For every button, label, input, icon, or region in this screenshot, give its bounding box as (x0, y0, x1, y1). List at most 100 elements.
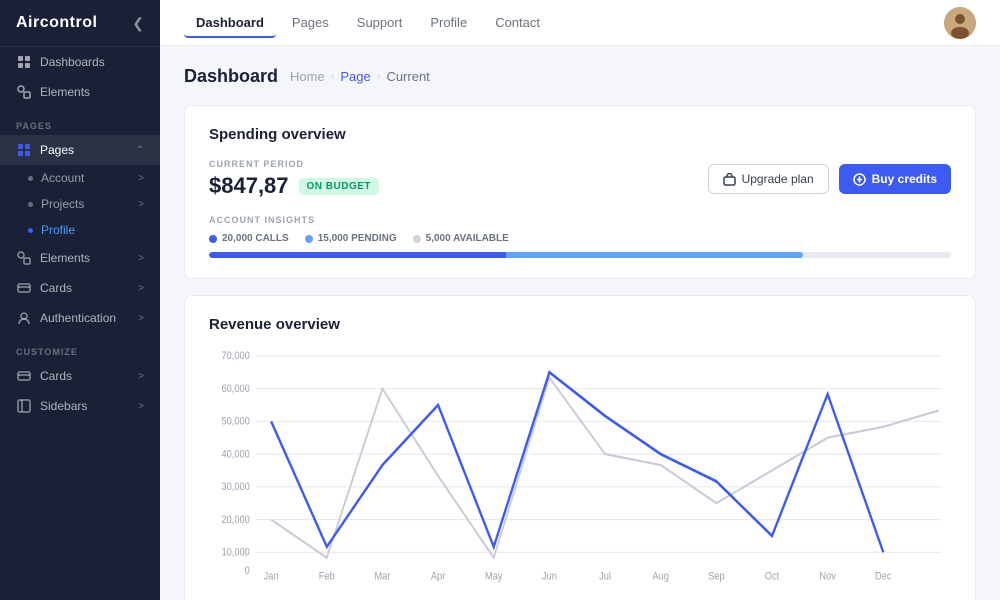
cards2-chevron-icon: > (138, 371, 144, 382)
topnav-link-support[interactable]: Support (345, 7, 415, 38)
topnav-link-pages[interactable]: Pages (280, 7, 341, 38)
topnav-link-dashboard[interactable]: Dashboard (184, 7, 276, 38)
svg-text:50,000: 50,000 (221, 416, 250, 428)
sidebar-section-customize: CUSTOMIZE Cards > Sidebars > (0, 333, 160, 421)
auth-chevron-icon: > (138, 313, 144, 324)
available-label: 5,000 AVAILABLE (426, 233, 509, 244)
breadcrumb-page[interactable]: Page (340, 69, 370, 84)
insight-calls: 20,000 CALLS (209, 233, 289, 244)
svg-text:70,000: 70,000 (221, 351, 250, 363)
sidebar-item-authentication[interactable]: Authentication > (0, 303, 160, 333)
account-chevron-icon: > (138, 173, 144, 184)
svg-text:Aug: Aug (652, 571, 668, 583)
topnav-links: Dashboard Pages Support Profile Contact (184, 7, 944, 38)
credits-icon (853, 173, 866, 186)
account-dot (28, 176, 33, 181)
insights-dots: 20,000 CALLS 15,000 PENDING 5,000 AVAILA… (209, 233, 951, 244)
revenue-overview-card: Revenue overview 70,000 60,000 50,000 40… (184, 295, 976, 600)
cards-chevron-icon: > (138, 283, 144, 294)
breadcrumb-current: Current (386, 69, 429, 84)
elements2-icon (16, 250, 32, 266)
sidebar-item-cards[interactable]: Cards > (0, 273, 160, 303)
svg-text:Jul: Jul (599, 571, 611, 583)
sidebar-item-sidebars[interactable]: Sidebars > (0, 391, 160, 421)
period-label: CURRENT PERIOD (209, 159, 379, 169)
breadcrumb: Home › Page › Current (290, 69, 430, 84)
sidebar-item-elements2-label: Elements (40, 251, 138, 265)
elements2-chevron-icon: > (138, 253, 144, 264)
topnav-link-contact[interactable]: Contact (483, 7, 552, 38)
sidebar: Aircontrol ❮ Dashboards Eleme (0, 0, 160, 600)
svg-text:Jan: Jan (264, 571, 279, 583)
upgrade-icon (723, 173, 736, 186)
svg-text:Sep: Sep (708, 571, 725, 583)
sidebar-item-cards2[interactable]: Cards > (0, 361, 160, 391)
progress-bar-fill (209, 252, 803, 258)
blue-line (271, 372, 883, 552)
insight-pending: 15,000 PENDING (305, 233, 397, 244)
breadcrumb-sep2: › (377, 71, 381, 83)
spending-title: Spending overview (209, 126, 951, 143)
elements-icon (16, 84, 32, 100)
sidebar-logo: Aircontrol ❮ (0, 0, 160, 47)
breadcrumb-sep1: › (331, 71, 335, 83)
upgrade-plan-label: Upgrade plan (742, 172, 814, 186)
spending-left: CURRENT PERIOD $847,87 ON BUDGET (209, 159, 379, 199)
sidebar-item-dashboards-label: Dashboards (40, 55, 144, 69)
revenue-chart-svg: 70,000 60,000 50,000 40,000 30,000 20,00… (209, 345, 951, 585)
revenue-title: Revenue overview (209, 316, 951, 333)
insights-label: ACCOUNT INSIGHTS (209, 215, 951, 225)
revenue-chart: 70,000 60,000 50,000 40,000 30,000 20,00… (209, 345, 951, 585)
breadcrumb-home[interactable]: Home (290, 69, 325, 84)
spending-overview-card: Spending overview CURRENT PERIOD $847,87… (184, 105, 976, 279)
pending-label: 15,000 PENDING (318, 233, 397, 244)
sidebar-subitem-account[interactable]: Account > (0, 165, 160, 191)
svg-text:60,000: 60,000 (221, 383, 250, 395)
sidebar-subitem-profile[interactable]: Profile (0, 217, 160, 243)
sidebar-item-elements2[interactable]: Elements > (0, 243, 160, 273)
sidebar-subitem-profile-label: Profile (41, 223, 144, 237)
topnav: Dashboard Pages Support Profile Contact (160, 0, 1000, 46)
projects-chevron-icon: > (138, 199, 144, 210)
sidebar-item-elements[interactable]: Elements (0, 77, 160, 107)
insights-progress-bar (209, 252, 951, 258)
spending-amount: $847,87 ON BUDGET (209, 173, 379, 199)
buy-credits-label: Buy credits (872, 172, 937, 186)
main-content: Dashboard Pages Support Profile Contact … (160, 0, 1000, 600)
insight-available: 5,000 AVAILABLE (413, 233, 509, 244)
spending-actions: Upgrade plan Buy credits (708, 164, 951, 194)
sidebars-chevron-icon: > (138, 401, 144, 412)
cards2-icon (16, 368, 32, 384)
sidebar-item-elements-label: Elements (40, 85, 144, 99)
sidebar-section-main: Dashboards Elements (0, 47, 160, 107)
gray-line (271, 378, 939, 558)
projects-dot (28, 202, 33, 207)
available-dot-icon (413, 235, 421, 243)
svg-text:Dec: Dec (875, 571, 891, 583)
sidebar-item-cards-label: Cards (40, 281, 138, 295)
sidebar-section-pages-label: PAGES (0, 107, 160, 135)
sidebar-section-pages: PAGES Pages ⌃ Account > Projects > (0, 107, 160, 333)
sidebar-subitem-account-label: Account (41, 171, 138, 185)
topnav-link-profile[interactable]: Profile (418, 7, 479, 38)
spending-value: $847,87 (209, 173, 289, 199)
calls-label: 20,000 CALLS (222, 233, 289, 244)
sidebar-item-pages[interactable]: Pages ⌃ (0, 135, 160, 165)
sidebar-subitem-projects-label: Projects (41, 197, 138, 211)
sidebar-subitem-projects[interactable]: Projects > (0, 191, 160, 217)
profile-dot (28, 228, 33, 233)
budget-badge: ON BUDGET (299, 178, 380, 195)
svg-text:Apr: Apr (431, 571, 446, 583)
pending-dot-icon (305, 235, 313, 243)
sidebar-item-dashboards[interactable]: Dashboards (0, 47, 160, 77)
svg-text:0: 0 (245, 565, 250, 577)
auth-icon (16, 310, 32, 326)
svg-text:Nov: Nov (819, 571, 836, 583)
cards-icon (16, 280, 32, 296)
spending-row: CURRENT PERIOD $847,87 ON BUDGET Upgrade… (209, 159, 951, 199)
collapse-icon[interactable]: ❮ (132, 15, 144, 32)
svg-text:May: May (485, 571, 503, 583)
user-avatar[interactable] (944, 7, 976, 39)
upgrade-plan-button[interactable]: Upgrade plan (708, 164, 829, 194)
buy-credits-button[interactable]: Buy credits (839, 164, 951, 194)
